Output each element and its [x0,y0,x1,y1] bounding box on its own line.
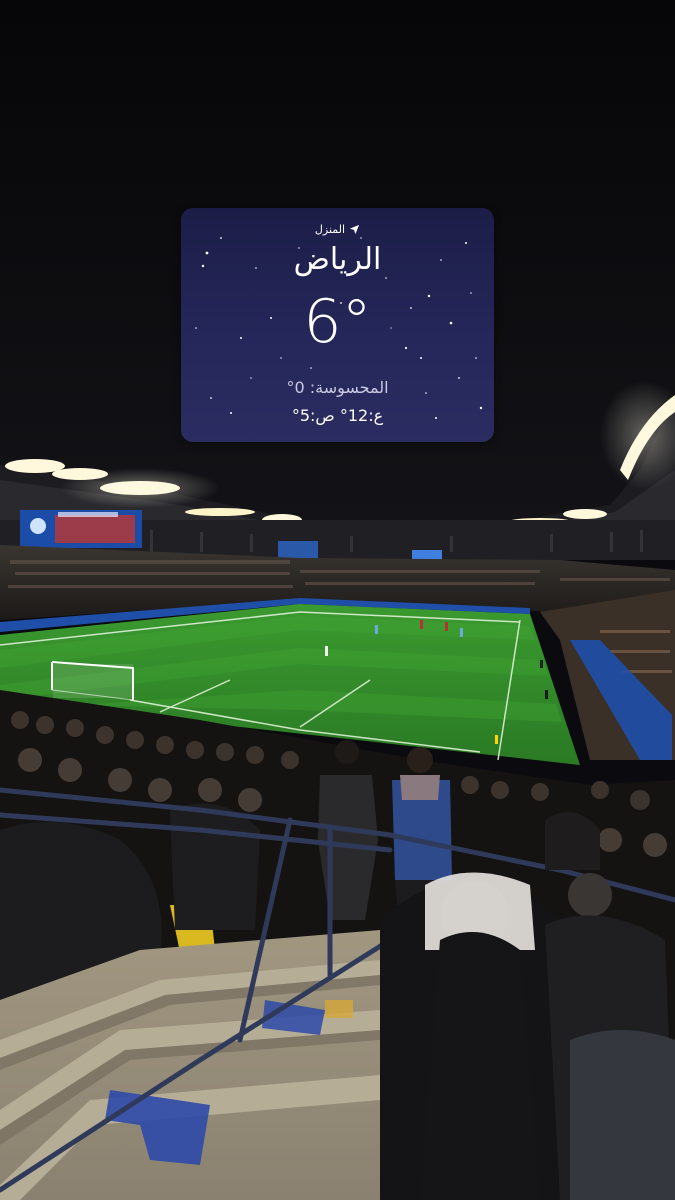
stadium-photo [0,0,675,1200]
location-arrow-icon [349,224,360,235]
city-name: الرياض [293,242,382,277]
high-low-temperature: ع:12° ص:5° [291,406,384,425]
current-temperature: 6° [303,287,372,357]
feels-like-temperature: المحسوسة: 0° [286,378,389,397]
weather-widget[interactable]: المنزل الرياض 6° المحسوسة: 0° ع:12° ص:5° [181,208,494,442]
scoreboard-screen [20,510,142,548]
location-label: المنزل [314,223,346,236]
location-row: المنزل [181,223,494,236]
